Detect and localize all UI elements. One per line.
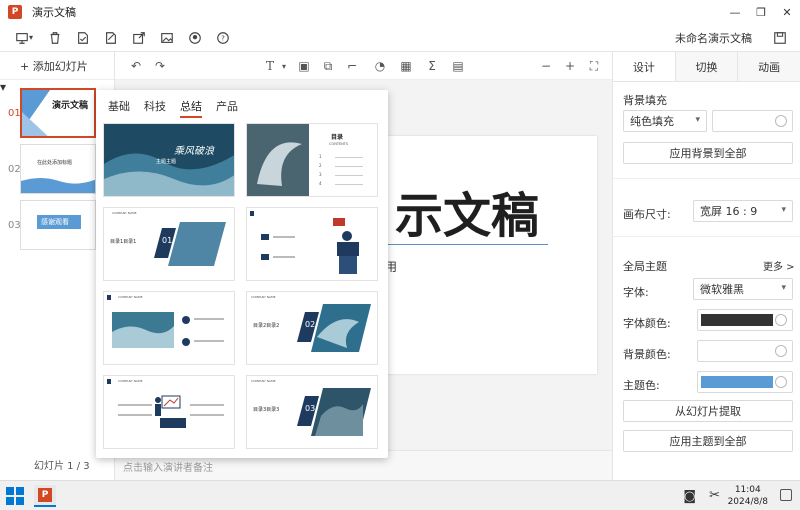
slide-thumb-3[interactable]: 感谢观看: [20, 200, 96, 250]
apply-bg-all-button[interactable]: 应用背景到全部: [623, 142, 793, 164]
media-icon[interactable]: ▤: [451, 59, 465, 73]
add-slide-dropdown-icon[interactable]: ▾: [0, 80, 6, 94]
system-clock[interactable]: 11:04 2024/8/8: [728, 484, 768, 508]
tab-animation[interactable]: 动画: [737, 52, 800, 81]
tab-transition[interactable]: 切换: [674, 52, 738, 81]
windows-start-icon[interactable]: [6, 487, 24, 505]
bg-fill-select[interactable]: 纯色填充 ▾: [623, 110, 707, 132]
table-icon[interactable]: ▦: [399, 59, 413, 73]
template-card-contents[interactable]: 目录 CONTENTS 1 2 3 4: [246, 123, 378, 197]
chart-icon[interactable]: ◔: [373, 59, 387, 73]
delete-icon[interactable]: [44, 27, 66, 49]
import-icon[interactable]: [72, 27, 94, 49]
slide-number: 01: [8, 108, 21, 119]
global-theme-label: 全局主题: [623, 260, 667, 273]
formula-icon[interactable]: Σ: [425, 59, 439, 73]
redo-icon[interactable]: ↷: [153, 59, 167, 73]
chevron-down-icon: ▾: [695, 115, 700, 125]
canvas-size-select[interactable]: 宽屏 16 : 9 ▾: [693, 200, 793, 222]
line-icon[interactable]: ⌐: [345, 59, 359, 73]
share-icon[interactable]: [128, 27, 150, 49]
palette-icon: [775, 345, 787, 357]
palette-icon: [775, 376, 787, 388]
add-slide-button[interactable]: + 添加幻灯片: [0, 52, 114, 80]
bg-fill-color-picker[interactable]: [712, 110, 793, 132]
theme-color-picker[interactable]: [697, 371, 793, 393]
template-card-team-chart[interactable]: COMPANY NAME: [103, 375, 235, 449]
bg-fill-label: 背景填充: [623, 94, 667, 107]
powerpoint-taskbar-icon[interactable]: P: [34, 485, 56, 507]
window-title: 演示文稿: [32, 6, 76, 19]
tab-design[interactable]: 设计: [613, 52, 675, 81]
present-icon[interactable]: ▾: [10, 27, 38, 49]
template-card-cover[interactable]: 乘风破浪 主题主题: [103, 123, 235, 197]
template-card-section-01[interactable]: COMPANY NAME 01 目录1目录1: [103, 207, 235, 281]
title-bar: P 演示文稿 — ❐ ✕: [0, 0, 800, 24]
slide-number: 02: [8, 164, 21, 175]
close-icon[interactable]: ✕: [774, 0, 800, 24]
text-icon[interactable]: T: [263, 59, 277, 73]
template-card-presenter[interactable]: [246, 207, 378, 281]
powerpoint-logo-icon: P: [8, 5, 22, 19]
theme-color-swatch: [701, 376, 773, 388]
image-export-icon[interactable]: [156, 27, 178, 49]
chevron-down-icon: ▾: [781, 205, 786, 215]
restore-icon[interactable]: ❐: [748, 0, 774, 24]
slide-title[interactable]: 示文稿: [395, 176, 539, 246]
slide-number: 03: [8, 220, 21, 231]
palette-icon: [775, 314, 787, 326]
zoom-in-icon[interactable]: +: [563, 59, 577, 73]
tab-product[interactable]: 产品: [216, 98, 238, 118]
zoom-out-icon[interactable]: −: [539, 59, 553, 73]
current-slide[interactable]: 示文稿 用: [385, 136, 597, 374]
github-icon[interactable]: [184, 27, 206, 49]
main-toolbar: ▾ ? 未命名演示文稿: [0, 24, 800, 52]
tab-summary[interactable]: 总结: [180, 98, 202, 118]
tab-basic[interactable]: 基础: [108, 98, 130, 118]
text-dropdown-icon[interactable]: ▾: [277, 59, 291, 73]
font-color-swatch: [701, 314, 773, 326]
slide-thumb-2[interactable]: 在此处添加标题: [20, 144, 96, 194]
canvas-size-label: 画布尺寸:: [623, 208, 671, 221]
bg-color-picker[interactable]: [697, 340, 793, 362]
template-card-section-02[interactable]: COMPANY NAME 02 目录2目录2: [246, 291, 378, 365]
font-label: 字体:: [623, 286, 649, 299]
font-select[interactable]: 微软雅黑 ▾: [693, 278, 793, 300]
tab-tech[interactable]: 科技: [144, 98, 166, 118]
slide-count: 幻灯片 1 / 3: [34, 461, 90, 472]
taskbar: P ◙ ✂ 11:04 2024/8/8: [0, 480, 800, 510]
slide-divider-line: [385, 244, 548, 245]
bg-color-label: 背景颜色:: [623, 348, 671, 361]
export-icon[interactable]: [100, 27, 122, 49]
more-themes-link[interactable]: 更多 >: [763, 258, 795, 273]
extract-from-slide-button[interactable]: 从幻灯片提取: [623, 400, 793, 422]
chevron-down-icon: ▾: [781, 283, 786, 293]
save-icon[interactable]: [770, 28, 790, 48]
image-icon[interactable]: ▣: [297, 59, 311, 73]
camera-icon[interactable]: ◙: [683, 489, 696, 504]
help-icon[interactable]: ?: [212, 27, 234, 49]
shape-icon[interactable]: ⧉: [321, 59, 335, 73]
document-name[interactable]: 未命名演示文稿: [675, 30, 752, 46]
scissors-icon[interactable]: ✂: [709, 488, 720, 503]
template-panel: 基础 科技 总结 产品 乘风破浪 主题主题 目录 CONTENTS 1 2 3 …: [96, 90, 388, 458]
template-card-section-03[interactable]: COMPANY NAME 03 目录3目录3: [246, 375, 378, 449]
palette-icon: [775, 115, 787, 127]
notification-icon[interactable]: [780, 489, 792, 501]
editor-toolbar: ↶ ↷ T ▾ ▣ ⧉ ⌐ ◔ ▦ Σ ▤ − + ⛶: [115, 52, 612, 80]
apply-theme-all-button[interactable]: 应用主题到全部: [623, 430, 793, 452]
theme-color-label: 主题色:: [623, 379, 660, 392]
undo-icon[interactable]: ↶: [129, 59, 143, 73]
font-color-picker[interactable]: [697, 309, 793, 331]
svg-text:?: ?: [221, 34, 225, 42]
fit-screen-icon[interactable]: ⛶: [587, 59, 601, 73]
font-color-label: 字体颜色:: [623, 317, 671, 330]
slide-thumb-1[interactable]: 演示文稿: [20, 88, 96, 138]
template-card-photo-bullets[interactable]: COMPANY NAME: [103, 291, 235, 365]
minimize-icon[interactable]: —: [722, 0, 748, 24]
design-panel: 设计 切换 动画 背景填充 纯色填充 ▾ 应用背景到全部 画布尺寸: 宽屏 16 …: [612, 52, 800, 480]
